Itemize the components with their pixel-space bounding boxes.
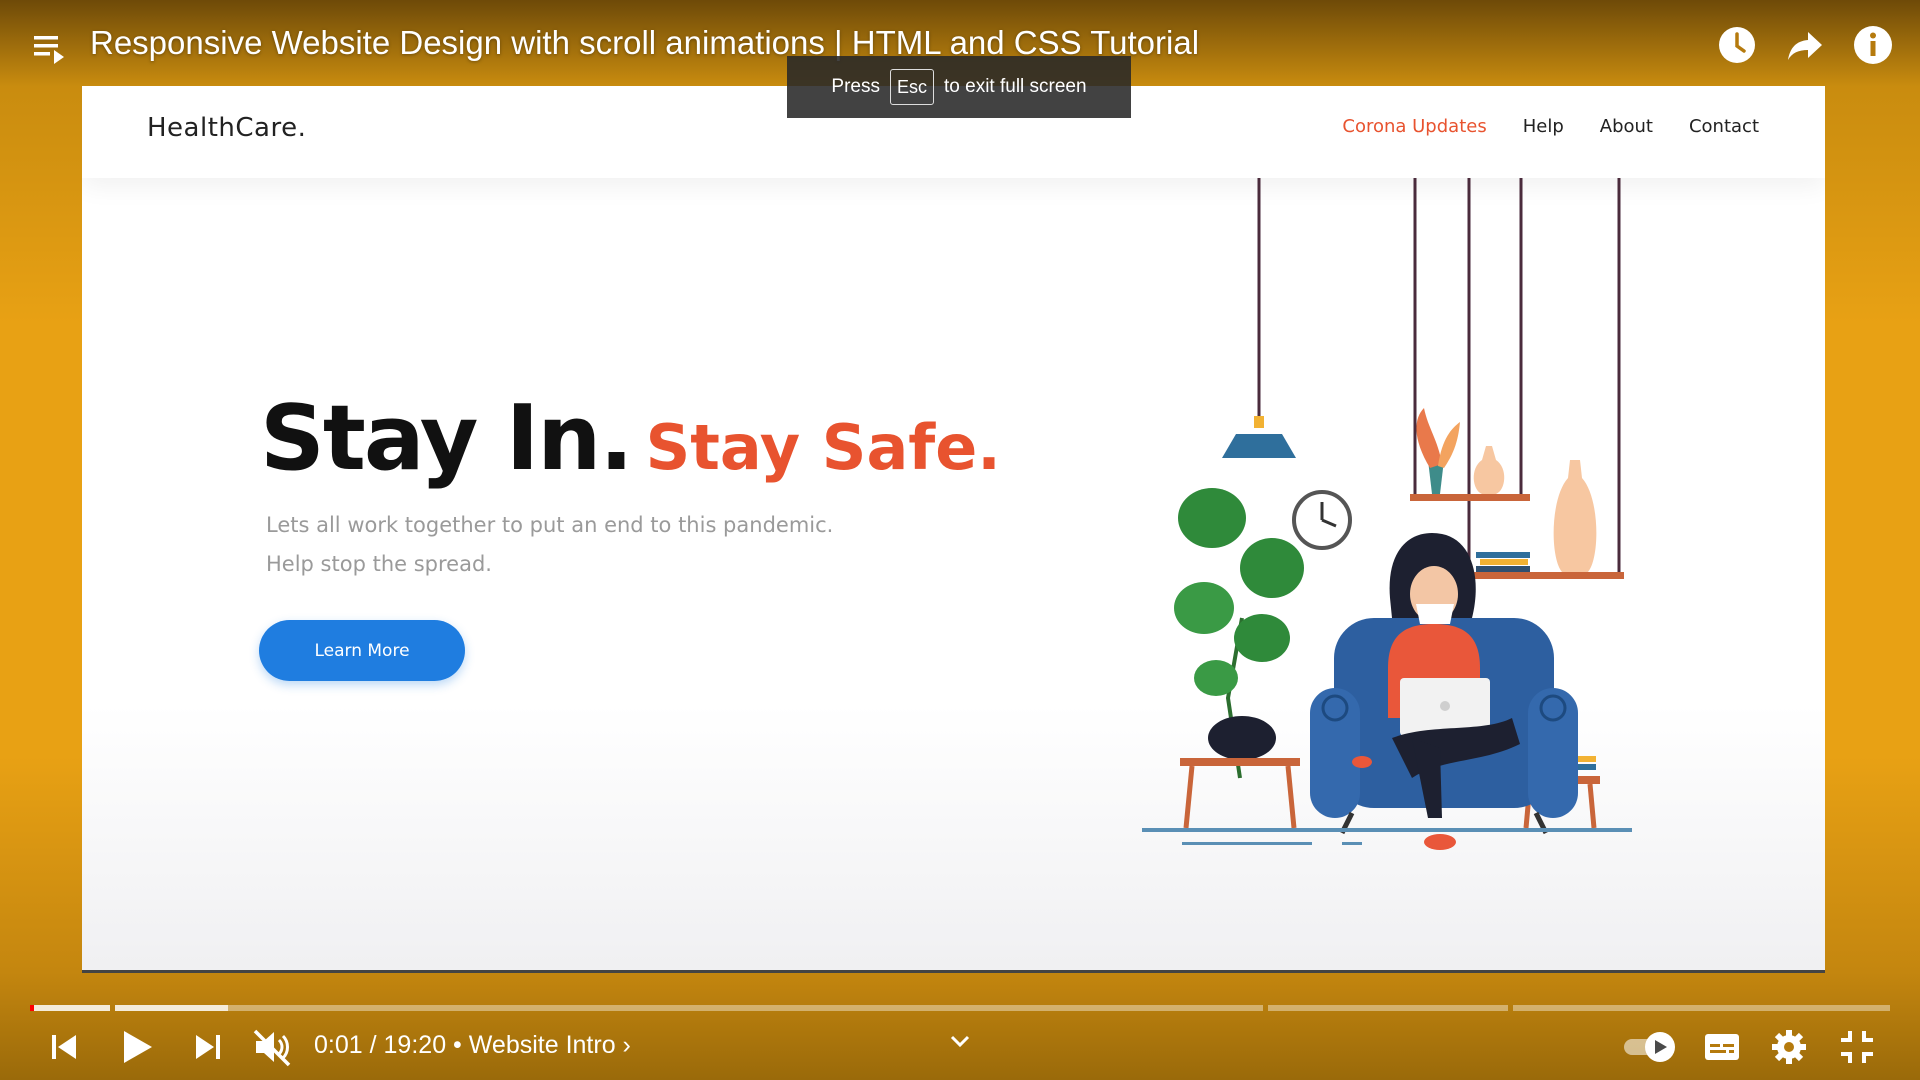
website-nav-links: Corona Updates Help About Contact [1342,116,1759,137]
play-icon[interactable] [118,1027,158,1067]
tooltip-press-text: Press [831,76,880,97]
exit-fullscreen-tooltip: Press Esc to exit full screen [787,56,1131,118]
autoplay-toggle[interactable] [1622,1030,1678,1064]
exit-fullscreen-icon[interactable] [1838,1028,1876,1066]
time-display: 0:01 / 19:20 • Website Intro › [314,1031,631,1059]
website-preview: HealthCare. Corona Updates Help About Co… [82,86,1825,973]
settings-icon[interactable] [1770,1028,1808,1066]
hero-title-stay-in: Stay In. [260,386,634,491]
hero-title: Stay In. Stay Safe. [260,386,1001,491]
hero-title-stay-safe: Stay Safe. [645,411,1001,484]
progress-bar[interactable] [30,1005,1890,1011]
chevron-down-icon[interactable] [948,1032,972,1050]
watch-later-icon[interactable] [1716,24,1758,66]
chapter-chevron-icon[interactable]: › [623,1031,631,1059]
current-time: 0:01 [314,1031,363,1059]
nav-link-help[interactable]: Help [1523,116,1564,137]
nav-link-contact[interactable]: Contact [1689,116,1759,137]
mute-icon[interactable] [252,1027,292,1067]
separator-dot: • [453,1031,462,1059]
hero-illustration [1142,178,1632,850]
played-progress [30,1005,34,1011]
buffered-segment [115,1005,228,1011]
subtitles-icon[interactable] [1704,1030,1740,1064]
buffered-segment [30,1005,110,1011]
hero-subtitle-line-2: Help stop the spread. [266,552,492,576]
nav-link-corona-updates[interactable]: Corona Updates [1342,116,1486,137]
playlist-icon[interactable] [30,28,70,68]
duration: 19:20 [383,1031,447,1059]
chapter-segment[interactable] [115,1005,1263,1011]
next-icon[interactable] [190,1030,224,1064]
info-icon[interactable] [1852,24,1894,66]
esc-key-badge: Esc [889,69,934,105]
learn-more-button[interactable]: Learn More [259,620,465,681]
website-logo: HealthCare. [147,113,307,143]
hero-subtitle: Lets all work together to put an end to … [266,506,906,584]
share-icon[interactable] [1784,24,1826,66]
hero-subtitle-line-1: Lets all work together to put an end to … [266,513,834,537]
chapter-segment[interactable] [1513,1005,1890,1011]
tooltip-exit-text: to exit full screen [944,76,1087,97]
chapter-segment[interactable] [1268,1005,1508,1011]
chapter-title[interactable]: Website Intro [469,1031,616,1059]
previous-icon[interactable] [48,1030,82,1064]
nav-link-about[interactable]: About [1600,116,1653,137]
